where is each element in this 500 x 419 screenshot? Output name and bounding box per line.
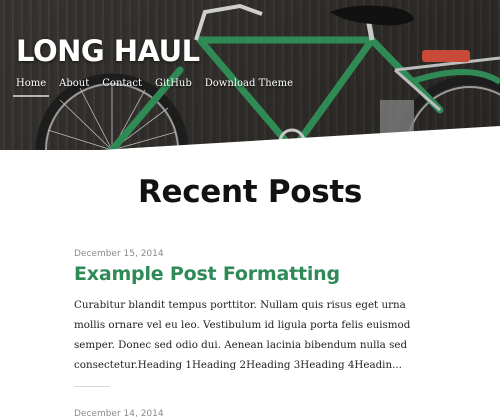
post-excerpt: Curabitur blandit tempus porttitor. Null… (74, 299, 411, 371)
page-title: Recent Posts (137, 174, 363, 210)
nav-item-home[interactable]: Home (12, 78, 50, 97)
post-title-link[interactable]: Example Post Formatting (74, 263, 434, 285)
nav-item-about[interactable]: About (59, 78, 89, 94)
site-title[interactable]: LONG HAUL (16, 34, 200, 68)
post-item: December 15, 2014 Example Post Formattin… (74, 249, 434, 375)
nav-item-contact[interactable]: Contact (102, 78, 142, 94)
post-date: December 14, 2014 (74, 409, 164, 419)
bicycle-photo (35, 3, 500, 150)
main-nav: Home About Contact GitHub Download Theme (12, 78, 306, 97)
hero-header: LONG HAUL Home About Contact GitHub Down… (0, 0, 500, 150)
post-divider (74, 386, 110, 387)
post-item: December 14, 2014 (74, 409, 434, 419)
nav-item-download-theme[interactable]: Download Theme (205, 78, 293, 94)
nav-item-github[interactable]: GitHub (155, 78, 192, 94)
post-date: December 15, 2014 (74, 249, 164, 259)
